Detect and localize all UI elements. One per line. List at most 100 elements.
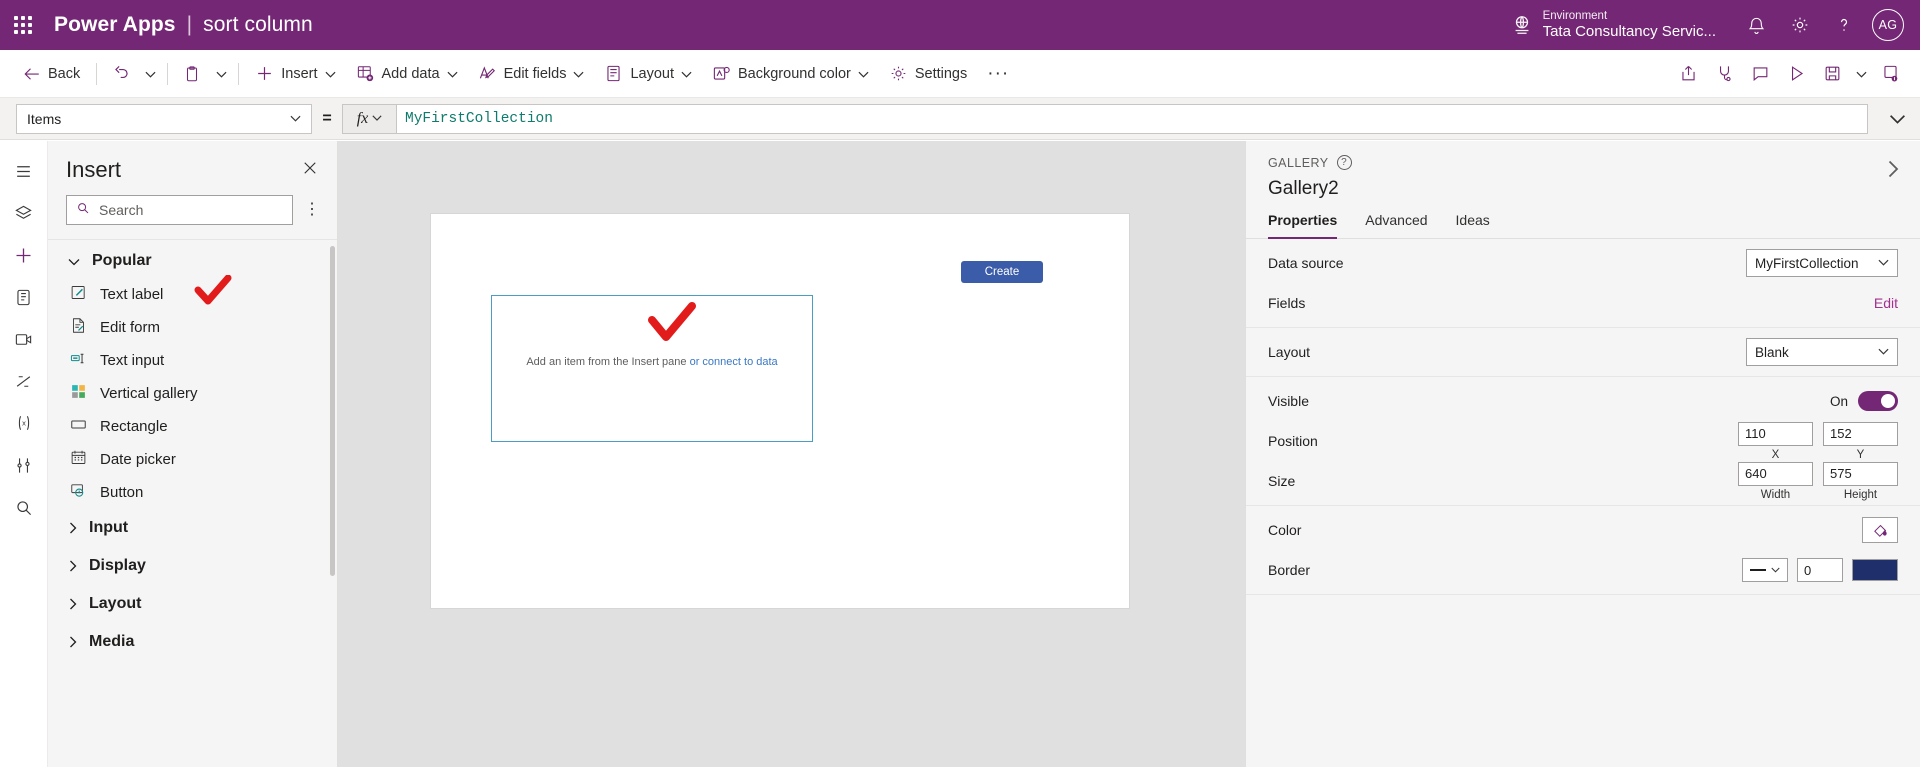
section-header-input[interactable]: Input: [48, 509, 337, 547]
app-screen[interactable]: Create Add an item from the Insert pane …: [431, 214, 1129, 608]
chevron-right-icon: [68, 522, 77, 534]
section-header-display[interactable]: Display: [48, 547, 337, 585]
tab-properties[interactable]: Properties: [1268, 212, 1338, 239]
visible-toggle[interactable]: [1858, 391, 1898, 411]
share-icon[interactable]: [1670, 57, 1706, 91]
layout-button[interactable]: Layout: [595, 56, 701, 92]
check-app-icon[interactable]: [1706, 57, 1742, 91]
insert-layers-icon[interactable]: [4, 193, 44, 233]
help-question-icon[interactable]: ?: [1336, 155, 1352, 170]
tab-ideas[interactable]: Ideas: [1456, 212, 1490, 239]
position-y-input[interactable]: 152: [1823, 421, 1898, 446]
save-dropdown-caret[interactable]: [1850, 57, 1872, 91]
tools-icon[interactable]: [4, 445, 44, 485]
insert-item-date-picker[interactable]: Date picker: [48, 443, 337, 476]
section-label: Layout: [89, 595, 142, 612]
layout-icon: [604, 64, 623, 83]
section-label: Popular: [92, 252, 152, 269]
chevron-down-icon: [1878, 257, 1889, 269]
property-selector[interactable]: Items: [16, 103, 312, 134]
settings-button[interactable]: Settings: [880, 56, 976, 92]
properties-kicker: GALLERY ?: [1268, 155, 1898, 170]
user-avatar[interactable]: AG: [1872, 9, 1904, 41]
insert-item-rectangle[interactable]: Rectangle: [48, 410, 337, 443]
formula-input[interactable]: MyFirstCollection: [396, 103, 1868, 134]
border-style-select[interactable]: [1742, 558, 1788, 582]
notifications-bell-icon[interactable]: [1734, 0, 1778, 50]
more-vertical-icon[interactable]: ⋮: [301, 196, 323, 224]
property-row-size: Size 640 Width 575 Height: [1246, 461, 1920, 501]
layout-value: Blank: [1755, 344, 1789, 360]
gallery-hint-link[interactable]: or connect to data: [690, 356, 778, 368]
environment-name: Tata Consultancy Servic...: [1542, 22, 1716, 40]
red-check-annotation-canvas: [646, 302, 698, 349]
tab-advanced[interactable]: Advanced: [1365, 212, 1427, 239]
comments-icon[interactable]: [1742, 57, 1778, 91]
control-type-label: GALLERY: [1268, 155, 1329, 170]
chevron-right-icon[interactable]: [1878, 155, 1906, 183]
section-header-media[interactable]: Media: [48, 623, 337, 661]
create-button[interactable]: Create: [961, 261, 1043, 283]
help-question-icon[interactable]: [1822, 0, 1866, 50]
search-input-wrapper[interactable]: [66, 195, 293, 225]
clipboard-paste-icon[interactable]: [174, 57, 210, 91]
edit-fields-button[interactable]: Edit fields: [469, 56, 594, 92]
border-width-input[interactable]: 0: [1797, 558, 1843, 582]
search-input[interactable]: [99, 202, 283, 218]
arrow-left-icon: [23, 65, 41, 83]
insert-item-label: Button: [100, 484, 144, 501]
canvas-area[interactable]: Create Add an item from the Insert pane …: [338, 141, 1245, 767]
position-label: Position: [1268, 433, 1318, 449]
fill-color-icon[interactable]: [1862, 517, 1898, 543]
publish-icon[interactable]: [1872, 57, 1908, 91]
variables-icon[interactable]: x: [4, 403, 44, 443]
ribbon-overflow-button[interactable]: ···: [977, 64, 1019, 83]
back-button[interactable]: Back: [14, 56, 89, 92]
insert-item-button[interactable]: Button: [48, 476, 337, 509]
section-header-popular[interactable]: Popular: [48, 240, 337, 278]
data-source-select[interactable]: MyFirstCollection: [1746, 249, 1898, 277]
red-check-annotation-text-label: [193, 274, 233, 311]
search-icon[interactable]: [4, 487, 44, 527]
undo-dropdown-caret[interactable]: [139, 57, 161, 91]
property-group-color: Color Border 0: [1246, 506, 1920, 595]
insert-item-text-input[interactable]: Text input: [48, 344, 337, 377]
section-label: Display: [89, 557, 146, 574]
paste-dropdown-caret[interactable]: [210, 57, 232, 91]
layout-select[interactable]: Blank: [1746, 338, 1898, 366]
chevron-down-icon: [1878, 346, 1889, 358]
tree-view-icon[interactable]: [4, 151, 44, 191]
power-automate-icon[interactable]: [4, 361, 44, 401]
command-ribbon: Back Insert Add data Edit fields Layout …: [0, 50, 1920, 98]
background-color-button[interactable]: Background color: [703, 56, 878, 92]
edit-form-icon: [70, 317, 87, 338]
preview-play-icon[interactable]: [1778, 57, 1814, 91]
data-icon[interactable]: [4, 277, 44, 317]
border-color-swatch[interactable]: [1852, 559, 1898, 581]
section-header-layout[interactable]: Layout: [48, 585, 337, 623]
insert-item-vertical-gallery[interactable]: Vertical gallery: [48, 377, 337, 410]
save-icon[interactable]: [1814, 57, 1850, 91]
background-color-label: Background color: [738, 65, 851, 82]
ribbon-right-actions: [1670, 57, 1920, 91]
waffle-grid-icon[interactable]: [0, 0, 46, 50]
add-data-button[interactable]: Add data: [347, 56, 467, 92]
position-x-input[interactable]: 110: [1738, 421, 1813, 446]
insert-button[interactable]: Insert: [246, 56, 344, 92]
gallery-hint-prefix: Add an item from the Insert pane: [526, 356, 687, 368]
media-icon[interactable]: [4, 319, 44, 359]
size-height-input[interactable]: 575: [1823, 461, 1898, 486]
fields-edit-link[interactable]: Edit: [1874, 295, 1898, 311]
size-width-input[interactable]: 640: [1738, 461, 1813, 486]
insert-item-edit-form[interactable]: Edit form: [48, 311, 337, 344]
equals-sign: =: [322, 109, 332, 127]
insert-item-text-label[interactable]: Text label: [48, 274, 337, 311]
settings-gear-icon[interactable]: [1778, 0, 1822, 50]
size-width-caption: Width: [1760, 488, 1791, 501]
insert-plus-icon[interactable]: [4, 235, 44, 275]
formula-bar-expand-button[interactable]: [1874, 98, 1920, 140]
environment-picker[interactable]: Environment Tata Consultancy Servic...: [1511, 10, 1716, 40]
undo-arrow-icon[interactable]: [103, 57, 139, 91]
fx-button[interactable]: fx: [342, 103, 396, 134]
close-icon[interactable]: [297, 155, 323, 181]
